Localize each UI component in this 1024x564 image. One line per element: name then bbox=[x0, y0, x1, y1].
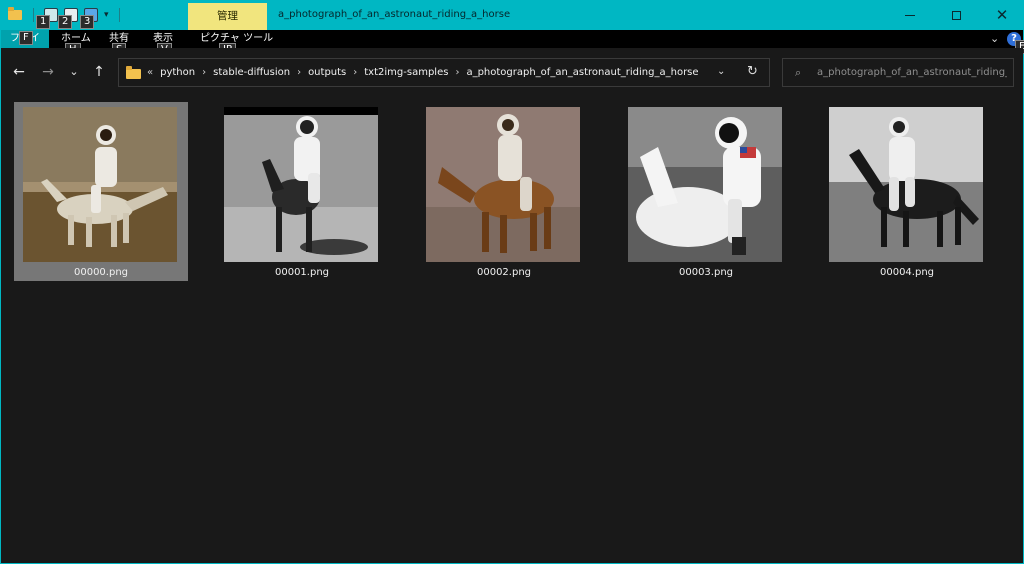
tab-manage[interactable]: 管理 bbox=[188, 3, 267, 30]
maximize-icon bbox=[951, 10, 961, 20]
thumbnail-image bbox=[426, 107, 580, 262]
breadcrumb: « python › stable-diffusion › outputs › … bbox=[145, 59, 704, 86]
keytip-2: 2 bbox=[58, 15, 73, 29]
file-name: 00004.png bbox=[879, 267, 935, 278]
up-button[interactable]: ↑ bbox=[90, 63, 108, 81]
address-history-chevron-icon[interactable]: ⌄ bbox=[717, 66, 725, 77]
search-icon: ⌕ bbox=[795, 66, 802, 79]
recent-locations-button[interactable]: ⌄ bbox=[65, 63, 83, 81]
file-name: 00003.png bbox=[678, 267, 734, 278]
close-button[interactable]: ✕ bbox=[979, 0, 1024, 30]
chevron-right-icon[interactable]: › bbox=[295, 67, 303, 78]
folder-icon bbox=[126, 66, 142, 80]
close-icon: ✕ bbox=[995, 5, 1009, 24]
chevron-down-icon: ⌄ bbox=[69, 65, 79, 78]
search-box[interactable]: ⌕ a_photograph_of_an_astronaut_riding_a_… bbox=[782, 58, 1014, 87]
breadcrumb-txt2img-samples[interactable]: txt2img-samples bbox=[359, 67, 453, 78]
file-name: 00000.png bbox=[73, 267, 129, 278]
thumbnail-image bbox=[224, 107, 378, 262]
ribbon-expand-chevron-icon[interactable]: ⌄ bbox=[990, 32, 999, 45]
file-item[interactable]: 00001.png bbox=[215, 102, 389, 281]
file-item[interactable]: 00004.png bbox=[820, 102, 994, 281]
keytip-1: 1 bbox=[36, 15, 51, 29]
breadcrumb-stable-diffusion[interactable]: stable-diffusion bbox=[208, 67, 295, 78]
breadcrumb-outputs[interactable]: outputs bbox=[303, 67, 351, 78]
minimize-icon bbox=[905, 14, 915, 16]
file-item[interactable]: 00003.png bbox=[619, 102, 793, 281]
arrow-left-icon: ← bbox=[13, 64, 25, 80]
chevron-right-icon[interactable]: › bbox=[200, 67, 208, 78]
file-name: 00001.png bbox=[274, 267, 330, 278]
keytip-3: 3 bbox=[80, 15, 95, 29]
folder-icon bbox=[7, 6, 25, 24]
thumbnail-image bbox=[23, 107, 177, 262]
address-bar[interactable]: « python › stable-diffusion › outputs › … bbox=[118, 58, 770, 87]
maximize-button[interactable] bbox=[933, 0, 979, 30]
breadcrumb-current-folder[interactable]: a_photograph_of_an_astronaut_riding_a_ho… bbox=[461, 67, 703, 78]
thumbnail-image bbox=[628, 107, 782, 262]
arrow-up-icon: ↑ bbox=[93, 64, 105, 80]
file-item[interactable]: 00002.png bbox=[417, 102, 591, 281]
file-item[interactable]: 00000.png bbox=[14, 102, 188, 281]
search-input[interactable]: a_photograph_of_an_astronaut_riding_a_h.… bbox=[817, 67, 1007, 78]
arrow-right-icon: → bbox=[42, 64, 54, 80]
tab-picture-tools[interactable]: ピクチャ ツール bbox=[192, 30, 281, 48]
breadcrumb-python[interactable]: python bbox=[155, 67, 200, 78]
forward-button[interactable]: → bbox=[39, 63, 57, 81]
back-button[interactable]: ← bbox=[10, 63, 28, 81]
title-bar: ▾ 1 2 3 管理 a_photograph_of_an_astronaut_… bbox=[1, 0, 1023, 30]
explorer-window: ▾ 1 2 3 管理 a_photograph_of_an_astronaut_… bbox=[0, 0, 1024, 564]
breadcrumb-overflow[interactable]: « bbox=[145, 67, 155, 78]
chevron-right-icon[interactable]: › bbox=[453, 67, 461, 78]
minimize-button[interactable] bbox=[887, 0, 933, 30]
window-title: a_photograph_of_an_astronaut_riding_a_ho… bbox=[278, 9, 511, 20]
customize-qat-chevron-icon[interactable]: ▾ bbox=[104, 10, 109, 20]
keytip-file: F bbox=[19, 31, 33, 45]
refresh-icon[interactable]: ↻ bbox=[747, 64, 758, 79]
ribbon-tabs: ファイル ホーム 共有 表示 ピクチャ ツール ⌄ ? bbox=[1, 30, 1023, 61]
file-name: 00002.png bbox=[476, 267, 532, 278]
chevron-right-icon[interactable]: › bbox=[351, 67, 359, 78]
file-list: 00000.png 00001.png 00002.png 00003.png … bbox=[2, 98, 1023, 563]
thumbnail-image bbox=[829, 107, 983, 262]
